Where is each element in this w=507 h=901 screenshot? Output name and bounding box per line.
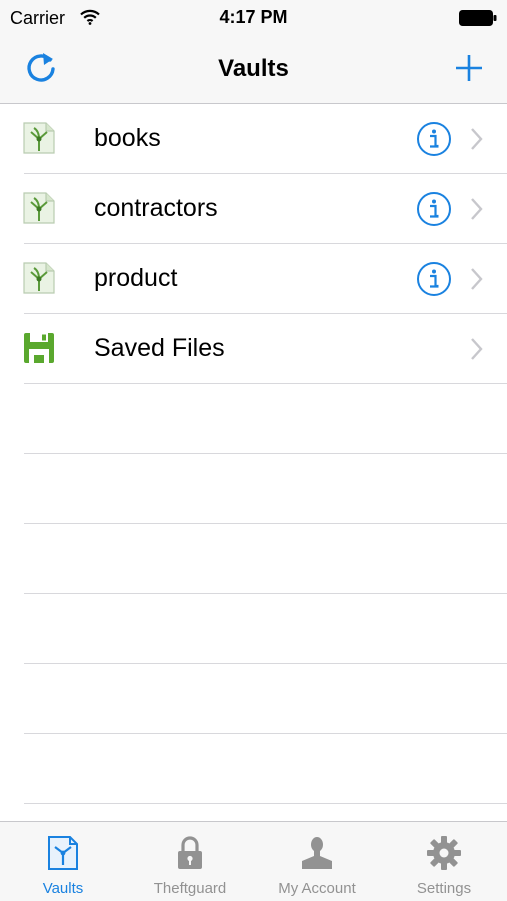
vault-name: contractors — [94, 194, 218, 222]
tab-label: Theftguard — [153, 880, 227, 897]
gear-icon — [427, 836, 461, 870]
vault-file-icon — [23, 122, 55, 154]
empty-row — [24, 594, 507, 664]
empty-row — [24, 524, 507, 594]
chevron-right-icon — [471, 268, 483, 290]
vault-row-saved-files[interactable]: Saved Files — [24, 314, 507, 384]
tab-theftguard[interactable]: Theftguard — [127, 822, 253, 901]
vault-name: product — [94, 264, 178, 292]
empty-row — [24, 384, 507, 454]
vault-list: books contractors product Saved Files — [0, 104, 507, 804]
battery-icon — [459, 10, 497, 26]
tab-label: Vaults — [42, 880, 84, 897]
vault-name: books — [94, 124, 161, 152]
vault-name: Saved Files — [94, 334, 225, 362]
lock-icon — [178, 836, 202, 869]
empty-row — [24, 734, 507, 804]
tab-settings[interactable]: Settings — [381, 822, 507, 901]
status-bar: Carrier 4:17 PM — [0, 0, 507, 36]
tab-my-account[interactable]: My Account — [254, 822, 380, 901]
info-button[interactable] — [416, 121, 452, 157]
status-time: 4:17 PM — [219, 7, 288, 27]
tab-vaults[interactable]: Vaults — [0, 822, 126, 901]
info-button[interactable] — [416, 191, 452, 227]
vault-row-books[interactable]: books — [23, 104, 507, 174]
tab-label: My Account — [278, 880, 356, 897]
page-title: Vaults — [218, 55, 289, 82]
chevron-right-icon — [471, 128, 483, 150]
tab-label: Settings — [416, 880, 472, 897]
vault-row-product[interactable]: product — [23, 244, 507, 314]
navigation-bar: Vaults — [0, 36, 507, 104]
vault-tab-icon — [48, 836, 78, 870]
empty-row — [24, 454, 507, 524]
empty-row — [24, 664, 507, 734]
tab-bar: Vaults Theftguard My Account Settings — [0, 821, 507, 901]
vault-row-contractors[interactable]: contractors — [23, 174, 507, 244]
chevron-right-icon — [471, 338, 483, 360]
info-button[interactable] — [416, 261, 452, 297]
add-vault-button[interactable] — [453, 52, 485, 84]
vault-file-icon — [23, 262, 55, 294]
chevron-right-icon — [471, 198, 483, 220]
person-icon — [302, 837, 332, 869]
vault-file-icon — [23, 192, 55, 224]
saved-files-icon — [24, 333, 54, 363]
